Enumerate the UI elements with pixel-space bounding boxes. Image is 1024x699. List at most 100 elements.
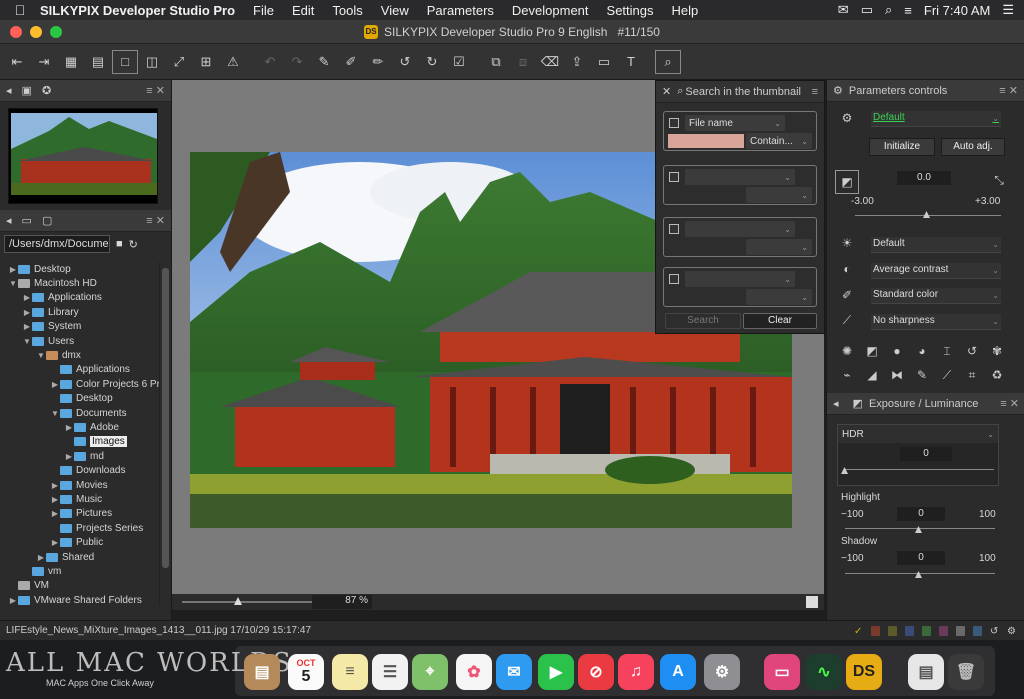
parameters-panel-menu-icon[interactable]: ≡ ✕ bbox=[999, 84, 1018, 97]
colorsync-dock-icon[interactable]: ▭ bbox=[764, 654, 800, 690]
menu-parameters[interactable]: Parameters bbox=[427, 3, 494, 18]
news-dock-icon[interactable]: ⊘ bbox=[578, 654, 614, 690]
auto-exposure-icon[interactable]: ⤡ bbox=[991, 173, 1007, 189]
disclosure-arrow-icon[interactable]: ▶ bbox=[50, 495, 60, 504]
reject-flag-icon[interactable] bbox=[871, 625, 880, 636]
folder-tree-item[interactable]: ▼ dmx bbox=[0, 348, 160, 362]
messages-dock-icon[interactable]: ✉ bbox=[496, 654, 532, 690]
folder-tree-item[interactable]: Images bbox=[0, 435, 160, 449]
brush-tool-icon[interactable]: ⌁ bbox=[839, 368, 855, 384]
crop-tool-icon[interactable]: ⌗ bbox=[964, 368, 980, 384]
reset-icon[interactable]: ↺ bbox=[392, 50, 418, 74]
fit-to-window-icon[interactable] bbox=[806, 596, 818, 608]
folder-tree-item[interactable]: VM bbox=[0, 579, 160, 593]
menu-tools[interactable]: Tools bbox=[332, 3, 362, 18]
disclosure-arrow-icon[interactable]: ▼ bbox=[22, 337, 32, 346]
criterion-2-mode-select[interactable]: ⌄ bbox=[746, 187, 812, 203]
folder-tab-icon[interactable]: ▭ bbox=[22, 214, 32, 227]
recycle-tool-icon[interactable]: ♻ bbox=[989, 368, 1005, 384]
share-icon[interactable]: ⇪ bbox=[564, 50, 590, 74]
restore-icon[interactable]: ↺ bbox=[990, 626, 999, 637]
search-thumbnail-icon[interactable]: ⌕ bbox=[655, 49, 681, 74]
close-search-icon[interactable]: ✕ bbox=[662, 85, 671, 98]
paste-parameters-icon[interactable]: ✐ bbox=[338, 50, 364, 74]
disclosure-arrow-icon[interactable]: ▶ bbox=[50, 380, 60, 389]
minimize-window-button[interactable] bbox=[30, 26, 42, 38]
calendar-dock-icon[interactable]: OCT 5 bbox=[288, 654, 324, 690]
criterion-2-checkbox[interactable] bbox=[669, 172, 679, 182]
path-field[interactable]: /Users/dmx/Docume bbox=[4, 235, 110, 253]
trash-dock-icon[interactable]: 🗑 bbox=[948, 654, 984, 690]
light-tool-icon[interactable]: ✺ bbox=[839, 344, 855, 360]
facetime-dock-icon[interactable]: ▶ bbox=[538, 654, 574, 690]
next-image-icon[interactable]: ⇥ bbox=[31, 50, 57, 74]
settings-gear-icon[interactable]: ⚙ bbox=[839, 111, 855, 127]
reminders-dock-icon[interactable]: ☰ bbox=[372, 654, 408, 690]
auto-adjust-button[interactable]: Auto adj. bbox=[941, 138, 1005, 156]
navigator-tab-icon[interactable]: ▣ bbox=[22, 84, 32, 97]
info-display-icon[interactable]: ▭ bbox=[591, 50, 617, 74]
noise-tool-icon[interactable]: ✾ bbox=[989, 344, 1005, 360]
disclosure-arrow-icon[interactable]: ▼ bbox=[50, 409, 60, 418]
disclosure-arrow-icon[interactable]: ▶ bbox=[22, 293, 32, 302]
folder-tree-item[interactable]: Desktop bbox=[0, 392, 160, 406]
gear-status-icon[interactable]: ⚙ bbox=[1007, 626, 1016, 637]
search-button[interactable]: Search bbox=[665, 313, 741, 329]
criterion-3-mode-select[interactable]: ⌄ bbox=[746, 239, 812, 255]
zoom-value[interactable]: 87 % bbox=[312, 595, 372, 609]
folder-tree-item[interactable]: ▶ Adobe bbox=[0, 420, 160, 434]
criterion-1-checkbox[interactable] bbox=[669, 118, 679, 128]
exposure-value-field[interactable]: 0.0 bbox=[897, 171, 951, 185]
combined-view-icon[interactable]: ▤ bbox=[85, 50, 111, 74]
folder-tree-item[interactable]: ▶ Color Projects 6 Pr bbox=[0, 377, 160, 391]
color-select[interactable]: Standard color ⌄ bbox=[871, 288, 1001, 304]
undo-icon[interactable]: ↶ bbox=[257, 50, 283, 74]
highlight-slider[interactable] bbox=[845, 528, 995, 529]
activity-monitor-dock-icon[interactable]: ∿ bbox=[806, 654, 842, 690]
disclosure-arrow-icon[interactable]: ▶ bbox=[50, 481, 60, 490]
paste-selected-icon[interactable]: ✏ bbox=[365, 50, 391, 74]
color-dropper-icon[interactable]: ✐ bbox=[839, 288, 855, 304]
folder-tree-item[interactable]: Applications bbox=[0, 363, 160, 377]
silkypix-dock-icon[interactable]: DS bbox=[846, 654, 882, 690]
panel-menu-icon[interactable]: ≡ ✕ bbox=[146, 84, 165, 97]
sharpness-icon[interactable]: ⟋ bbox=[839, 313, 855, 329]
shadow-value-field[interactable]: 0 bbox=[897, 551, 945, 565]
collapse-exposure-icon[interactable]: ◂ bbox=[833, 397, 839, 410]
folder-tree-item[interactable]: vm bbox=[0, 564, 160, 578]
fish-tool-icon[interactable]: ⧓ bbox=[889, 368, 905, 384]
distortion-tool-icon[interactable]: ⌶ bbox=[939, 344, 955, 360]
tone-select[interactable]: Average contrast ⌄ bbox=[871, 263, 1001, 279]
curve-tool-icon[interactable]: ◩ bbox=[864, 344, 880, 360]
message-icon[interactable]: ✉ bbox=[838, 2, 849, 18]
develop-icon[interactable]: ⧉ bbox=[483, 50, 509, 74]
photos-dock-icon[interactable]: ✿ bbox=[456, 654, 492, 690]
zoom-window-button[interactable] bbox=[50, 26, 62, 38]
app-store-dock-icon[interactable]: A bbox=[660, 654, 696, 690]
disclosure-arrow-icon[interactable]: ▶ bbox=[8, 265, 18, 274]
disclosure-arrow-icon[interactable]: ▶ bbox=[64, 423, 74, 432]
notes-dock-icon[interactable]: ≡ bbox=[332, 654, 368, 690]
notefile-dock-icon[interactable]: ▤ bbox=[244, 654, 280, 690]
refresh-icon[interactable]: ↻ bbox=[129, 238, 138, 251]
tone-ball-icon[interactable]: ◕ bbox=[914, 344, 930, 360]
exposure-bias-icon[interactable]: ◩ bbox=[835, 170, 859, 194]
pin-tab-icon[interactable]: ✪ bbox=[42, 84, 51, 97]
folder-tree-item[interactable]: ▶ VMware Shared Folders bbox=[0, 593, 160, 606]
folder-tree-item[interactable]: ▶ Desktop bbox=[0, 262, 160, 276]
label-gray-icon[interactable] bbox=[956, 625, 965, 636]
notification-center-icon[interactable]: ☰ bbox=[1002, 2, 1014, 18]
initialize-button[interactable]: Initialize bbox=[869, 138, 935, 156]
folder-tree-item[interactable]: ▶ md bbox=[0, 449, 160, 463]
disclosure-arrow-icon[interactable]: ▼ bbox=[36, 351, 46, 360]
label-blue-icon[interactable] bbox=[905, 625, 914, 636]
shadow-slider[interactable] bbox=[845, 573, 995, 574]
disclosure-arrow-icon[interactable]: ▶ bbox=[36, 553, 46, 562]
folder-tree-item[interactable]: ▶ Music bbox=[0, 492, 160, 506]
maps-dock-icon[interactable]: ⌖ bbox=[412, 654, 448, 690]
clock-text[interactable]: Fri 7:40 AM bbox=[924, 3, 990, 18]
menu-view[interactable]: View bbox=[381, 3, 409, 18]
clear-button[interactable]: Clear bbox=[743, 313, 817, 329]
label-purple-icon[interactable] bbox=[939, 625, 948, 636]
color-ball-icon[interactable]: ● bbox=[889, 344, 905, 360]
